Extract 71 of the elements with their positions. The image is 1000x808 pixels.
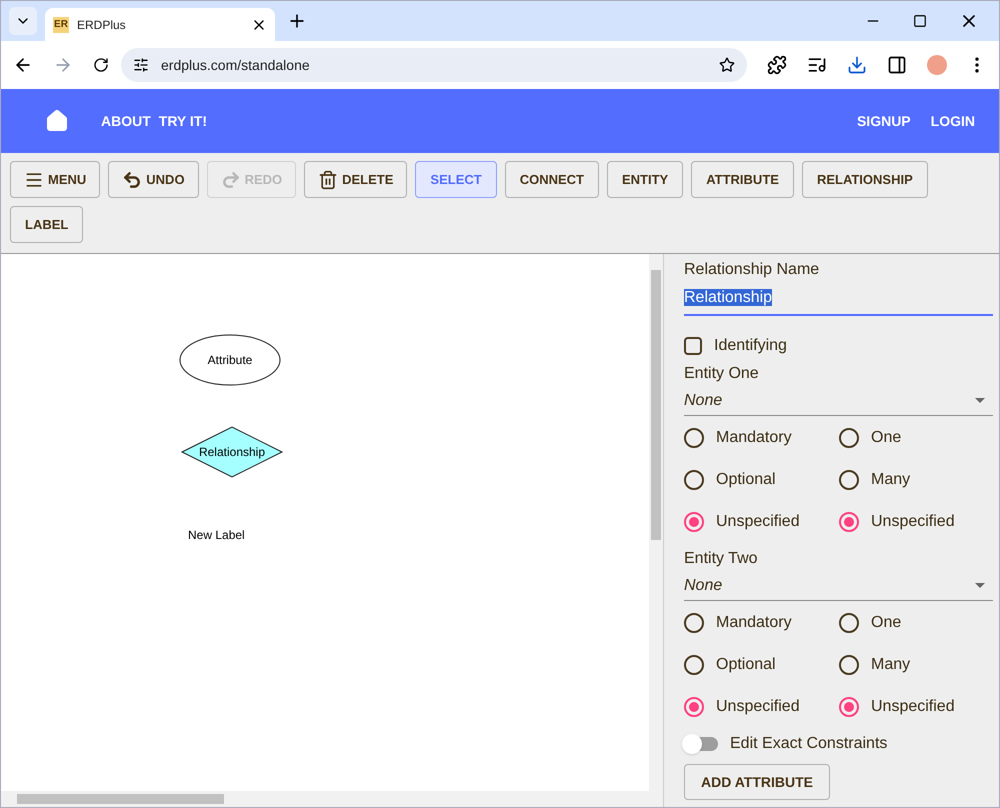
nav-link[interactable]: ABOUT [101, 110, 151, 132]
toggle-label: Edit Exact Constraints [730, 734, 888, 754]
home-icon[interactable] [45, 109, 69, 133]
radio-label: One [871, 428, 902, 448]
toggle-switch[interactable] [684, 737, 718, 751]
maximize-icon[interactable] [913, 14, 927, 28]
toolbar-button[interactable]: RELATIONSHIP [802, 161, 928, 198]
download-icon[interactable] [847, 55, 867, 75]
dropdown-caret-icon [975, 583, 985, 588]
redo-icon [220, 170, 241, 190]
radio-button[interactable] [684, 428, 704, 448]
toolbar-button[interactable]: DELETE [304, 161, 408, 198]
tab-title: ERDPlus [77, 16, 127, 34]
radio-button[interactable] [839, 655, 859, 675]
radio-label: Optional [716, 470, 776, 490]
field-label: Entity Two [684, 549, 759, 569]
nav-link[interactable]: SIGNUP [856, 110, 911, 132]
nav-link[interactable]: LOGIN [930, 110, 975, 132]
canvas-label[interactable]: New Label [188, 528, 245, 542]
trash-icon [318, 170, 338, 190]
checkbox-label: Identifying [714, 336, 787, 356]
toolbar-button[interactable]: LABEL [10, 206, 84, 243]
side-panel-icon[interactable] [887, 55, 907, 75]
toolbar-button[interactable]: ENTITY [607, 161, 684, 198]
radio-button[interactable] [684, 512, 704, 532]
radio-button[interactable] [684, 613, 704, 633]
site-logo: ER [53, 16, 69, 32]
site-settings-icon[interactable] [133, 57, 149, 73]
field-label: Entity One [684, 364, 760, 384]
relationship-diamond[interactable]: Relationship [180, 426, 284, 478]
radio-button[interactable] [839, 613, 859, 633]
radio-label: Optional [716, 655, 776, 675]
dropdown-caret-icon [975, 398, 985, 403]
radio-label: Unspecified [716, 512, 800, 532]
radio-label: Mandatory [716, 613, 792, 633]
address-bar[interactable]: erdplus.com/standalone [121, 48, 747, 82]
nav-link[interactable]: TRY IT! [158, 110, 208, 132]
toolbar-button[interactable]: MENU [10, 161, 100, 198]
extensions-icon[interactable] [767, 55, 787, 75]
horizontal-scrollbar[interactable] [1, 791, 663, 807]
field-label: Relationship Name [684, 260, 820, 280]
radio-label: Unspecified [871, 512, 955, 532]
url-text: erdplus.com/standalone [161, 56, 311, 75]
name-input[interactable]: Relationship [684, 282, 993, 316]
radio-button[interactable] [684, 697, 704, 717]
toolbar-button[interactable]: CONNECT [504, 161, 599, 198]
add-attribute-button[interactable]: ADD ATTRIBUTE [684, 764, 830, 800]
radio-button[interactable] [684, 655, 704, 675]
radio-label: Many [871, 655, 910, 675]
radio-button[interactable] [839, 428, 859, 448]
toolbar-button[interactable]: ATTRIBUTE [691, 161, 794, 198]
radio-label: Mandatory [716, 428, 792, 448]
browser-tab[interactable]: ER ERDPlus [45, 8, 275, 41]
radio-button[interactable] [839, 697, 859, 717]
tab-list-button[interactable] [9, 7, 37, 35]
radio-button[interactable] [684, 470, 704, 490]
toolbar-button[interactable]: UNDO [108, 161, 199, 198]
radio-button[interactable] [839, 512, 859, 532]
radio-button[interactable] [839, 470, 859, 490]
attribute-ellipse[interactable]: Attribute [180, 334, 280, 386]
radio-label: Unspecified [871, 697, 955, 717]
radio-label: Unspecified [716, 697, 800, 717]
radio-label: Many [871, 470, 910, 490]
entity-dropdown[interactable]: None [684, 386, 993, 416]
checkbox[interactable] [684, 337, 702, 355]
bookmark-star-icon[interactable] [719, 57, 735, 73]
reload-icon[interactable] [93, 57, 109, 73]
entity-dropdown[interactable]: None [684, 571, 993, 601]
radio-label: One [871, 613, 902, 633]
vertical-scrollbar[interactable] [649, 254, 663, 791]
undo-icon [122, 170, 142, 190]
